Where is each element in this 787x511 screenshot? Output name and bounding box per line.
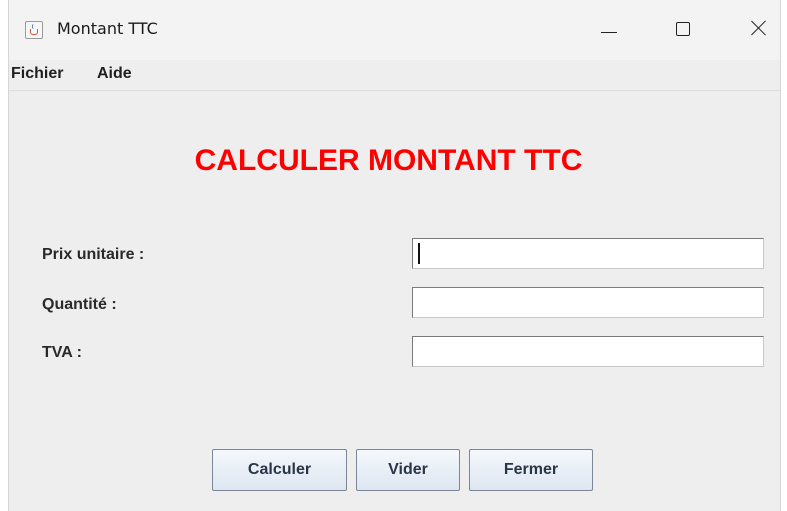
prix-unitaire-input[interactable]: [412, 238, 764, 269]
menu-aide[interactable]: Aide: [97, 65, 132, 83]
quantite-input[interactable]: [412, 287, 764, 318]
prix-unitaire-label: Prix unitaire :: [42, 246, 145, 263]
quantite-label: Quantité :: [42, 296, 117, 313]
minimize-button[interactable]: [586, 8, 632, 52]
maximize-button[interactable]: [660, 8, 706, 52]
java-cup-icon[interactable]: [25, 21, 43, 39]
minimize-icon: [601, 32, 617, 33]
vider-button[interactable]: Vider: [356, 449, 460, 491]
tva-label: TVA :: [42, 344, 82, 361]
title-bar[interactable]: Montant TTC: [9, 0, 780, 60]
window-title: Montant TTC: [57, 19, 158, 38]
maximize-icon: [676, 22, 690, 36]
menu-fichier[interactable]: Fichier: [11, 65, 63, 83]
app-window: Montant TTC Fichier Aide CALCULER MONTAN…: [8, 0, 781, 511]
menu-bar: Fichier Aide: [9, 60, 780, 91]
fermer-button[interactable]: Fermer: [469, 449, 593, 491]
form-heading: CALCULER MONTANT TTC: [194, 144, 583, 177]
close-window-button[interactable]: [736, 8, 782, 52]
tva-input[interactable]: [412, 336, 764, 367]
close-icon: [751, 20, 767, 36]
calculer-button[interactable]: Calculer: [212, 449, 347, 491]
text-caret: [418, 243, 420, 264]
